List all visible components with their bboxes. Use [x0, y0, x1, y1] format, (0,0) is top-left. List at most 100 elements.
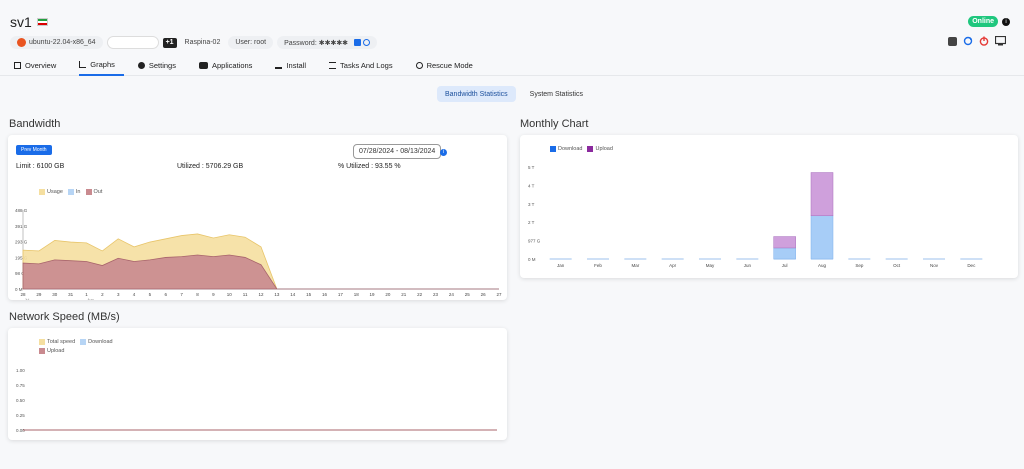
x-tick-label: Feb	[594, 263, 602, 268]
x-tick-label: 3	[117, 292, 120, 297]
bar-upload	[773, 236, 796, 249]
y-tick-label: 3 T	[528, 202, 535, 207]
y-tick-label: 293 G	[15, 240, 28, 245]
x-tick-label: 19	[370, 292, 376, 297]
legend-in[interactable]: In	[67, 189, 81, 195]
y-tick-label: 0.25	[16, 413, 25, 418]
x-tick-label: 28	[20, 292, 26, 297]
copy-icon[interactable]	[354, 39, 362, 46]
x-tick-label: Dec	[967, 263, 976, 268]
bar-download	[773, 247, 796, 260]
y-tick-label: 5 T	[528, 165, 535, 170]
tab-graphs[interactable]: Graphs	[79, 56, 124, 76]
x-tick-label: 23	[433, 292, 439, 297]
y-tick-label: 0.50	[16, 398, 25, 403]
legend-upload[interactable]: Upload	[39, 348, 64, 354]
tab-rescue-mode[interactable]: Rescue Mode	[415, 56, 482, 76]
monthly-legend: Download Upload	[550, 146, 613, 152]
bandwidth-card: Prev Month Limit : 6100 GB Utilized : 57…	[8, 135, 507, 300]
x-tick-label: 15	[306, 292, 312, 297]
x-tick-label: Mar	[631, 263, 639, 268]
legend-usage[interactable]: Usage	[39, 189, 63, 195]
eye-icon[interactable]	[363, 39, 371, 46]
power-icon[interactable]	[979, 36, 989, 46]
tab-applications[interactable]: Applications	[198, 56, 261, 76]
x-tick-label: 29	[36, 292, 42, 297]
monthly-title: Monthly Chart	[520, 118, 589, 130]
x-tick-label: 21	[401, 292, 407, 297]
x-tick-label: 12	[258, 292, 264, 297]
x-tick-label: 9	[212, 292, 215, 297]
server-tags: ubuntu-22.04-x86_64 +1 Raspina-02 User: …	[10, 36, 378, 49]
x-month-label: Aug	[87, 298, 93, 300]
y-tick-label: 391 G	[15, 224, 28, 229]
legend-label: In	[75, 189, 81, 195]
x-tick-label: Sep	[855, 263, 864, 268]
x-tick-label: May	[706, 263, 715, 268]
tab-label: Graphs	[90, 59, 115, 69]
legend-label: Download	[88, 339, 113, 345]
x-month-label: Jul	[25, 298, 30, 300]
x-tick-label: Aug	[818, 263, 827, 268]
tab-label: Settings	[148, 60, 176, 70]
x-tick-label: Nov	[930, 263, 939, 268]
x-tick-label: 6	[165, 292, 168, 297]
tab-overview[interactable]: Overview	[14, 56, 65, 76]
console-icon[interactable]	[995, 36, 1006, 46]
x-tick-label: 18	[354, 292, 360, 297]
info-icon[interactable]: i	[440, 149, 447, 156]
x-tick-label: 4	[133, 292, 136, 297]
chart-icon	[79, 60, 87, 68]
y-tick-label: 2 T	[528, 220, 535, 225]
date-range-picker[interactable]: 07/28/2024 - 08/13/2024	[353, 144, 442, 159]
y-tick-label: 977 G	[528, 239, 541, 244]
ubuntu-icon	[17, 38, 26, 47]
info-icon[interactable]: i	[1002, 17, 1010, 26]
download-icon	[275, 62, 283, 69]
monthly-card: Download Upload 0 M 977 G 2 T 3 T 4 T 5 T Jan F…	[520, 135, 1018, 278]
prev-month-button[interactable]: Prev Month	[16, 145, 52, 155]
blank-tag	[106, 36, 159, 49]
x-tick-label: 24	[449, 292, 455, 297]
tab-install[interactable]: Install	[275, 56, 315, 76]
subtab-bandwidth[interactable]: Bandwidth Statistics	[437, 86, 516, 102]
legend-download[interactable]: Download	[80, 339, 113, 345]
legend-out[interactable]: Out	[85, 189, 102, 195]
x-tick-label: 17	[338, 292, 344, 297]
legend-upload[interactable]: Upload	[587, 146, 613, 152]
y-tick-label: 0 M	[528, 257, 536, 262]
bar-download	[810, 215, 834, 260]
x-tick-label: 30	[52, 292, 58, 297]
y-tick-label: 488 G	[15, 208, 28, 213]
x-tick-label: 11	[243, 292, 248, 297]
x-tick-label: Apr	[669, 263, 677, 268]
monthly-chart: 0 M 977 G 2 T 3 T 4 T 5 T Jan Feb Mar Apr May Jun Ju…	[528, 165, 983, 268]
x-tick-label: 27	[496, 292, 502, 297]
subtab-system[interactable]: System Statistics	[522, 86, 591, 102]
legend-download[interactable]: Download	[550, 146, 582, 152]
legend-label: Total speed	[47, 339, 76, 345]
bandwidth-chart: 0 M98 G195 G293 G391 G488 G28Jul29 30 31 1A…	[15, 208, 502, 300]
applications-icon	[198, 61, 208, 69]
os-label: ubuntu-22.04-x86_64	[29, 39, 96, 46]
password-tag: Password: ✱✱✱✱✱	[277, 36, 378, 49]
tab-settings[interactable]: Settings	[137, 56, 185, 76]
stop-icon[interactable]	[948, 36, 957, 46]
x-tick-label: 14	[290, 292, 296, 297]
main-tabs: Overview Graphs Settings Applications In…	[0, 56, 1024, 76]
x-tick-label: 5	[149, 292, 152, 297]
tab-tasks-logs[interactable]: Tasks And Logs	[329, 56, 402, 76]
refresh-icon[interactable]	[963, 36, 973, 46]
password-label: Password: ✱✱✱✱✱	[284, 39, 349, 47]
legend-label: Usage	[47, 189, 63, 195]
legend-total-speed[interactable]: Total speed	[39, 339, 75, 345]
x-tick-label: 1	[85, 292, 88, 297]
bar-upload	[810, 172, 834, 217]
x-tick-label: 7	[180, 292, 183, 297]
extra-badge[interactable]: +1	[162, 37, 177, 48]
iran-flag-icon	[36, 18, 48, 26]
x-tick-label: 26	[481, 292, 487, 297]
legend-label: Download	[558, 146, 583, 152]
x-tick-label: 8	[196, 292, 199, 297]
bandwidth-title: Bandwidth	[9, 118, 61, 130]
